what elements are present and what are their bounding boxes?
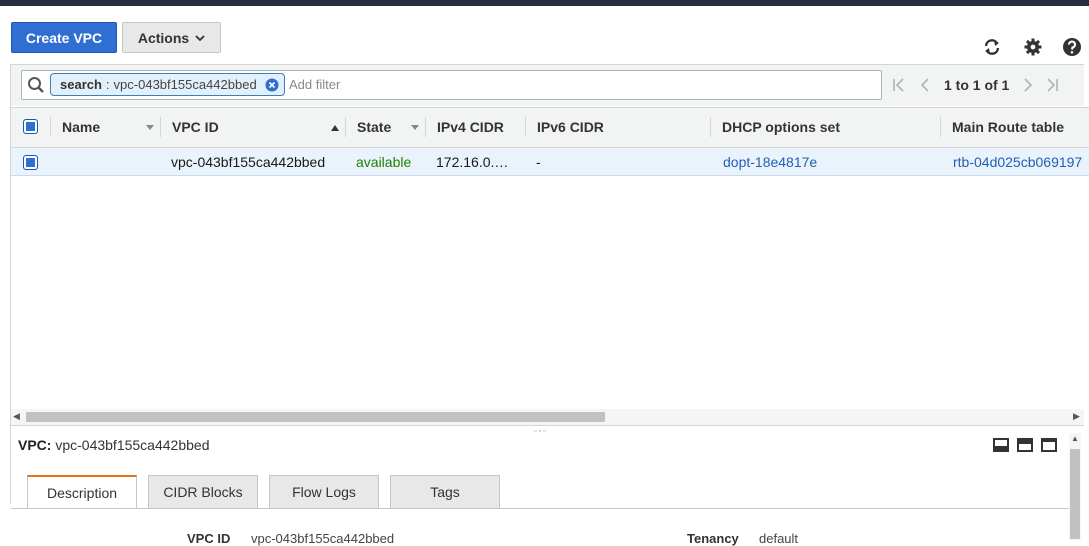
- column-separator: [345, 117, 346, 137]
- pagination-text: 1 to 1 of 1: [944, 77, 1010, 93]
- create-vpc-button[interactable]: Create VPC: [11, 22, 117, 53]
- refresh-icon[interactable]: [982, 37, 1002, 57]
- scroll-right-arrow-icon[interactable]: ▶: [1073, 411, 1080, 422]
- column-header-state[interactable]: State: [357, 119, 391, 135]
- actions-label: Actions: [137, 29, 190, 46]
- column-header-name[interactable]: Name: [62, 119, 100, 135]
- column-header-main-route-table[interactable]: Main Route table: [952, 119, 1064, 135]
- detail-panel-title: VPC: vpc-043bf155ca442bbed: [18, 437, 209, 453]
- filter-token-value: vpc-043bf155ca442bbed: [113, 77, 257, 92]
- detail-title-value: vpc-043bf155ca442bbed: [55, 437, 210, 453]
- column-separator: [50, 117, 51, 137]
- field-label-tenancy: Tenancy: [687, 531, 739, 546]
- remove-filter-icon[interactable]: [265, 78, 279, 92]
- sort-ascending-icon[interactable]: [331, 125, 339, 131]
- top-nav-bar: [0, 0, 1089, 6]
- select-all-checkbox[interactable]: [23, 119, 38, 134]
- filter-token-separator: :: [105, 77, 110, 92]
- column-separator: [710, 117, 711, 137]
- next-page-icon[interactable]: [1021, 78, 1035, 92]
- filter-token-key: search: [60, 77, 102, 92]
- previous-page-icon[interactable]: [918, 78, 932, 92]
- split-divider[interactable]: [11, 425, 1084, 426]
- filter-token[interactable]: search : vpc-043bf155ca442bbed: [50, 73, 285, 96]
- cell-vpc-id: vpc-043bf155ca442bbed: [171, 154, 326, 170]
- first-page-icon[interactable]: [892, 78, 906, 92]
- field-value-tenancy: default: [759, 531, 799, 546]
- add-filter-placeholder[interactable]: Add filter: [289, 77, 340, 92]
- column-separator: [160, 117, 161, 137]
- field-label-vpc-id: VPC ID: [187, 531, 231, 546]
- pagination: 1 to 1 of 1: [892, 76, 1059, 94]
- actions-dropdown-button[interactable]: Actions: [122, 22, 221, 53]
- vertical-scrollbar-thumb[interactable]: [1070, 449, 1080, 539]
- horizontal-scrollbar[interactable]: ◀ ▶: [11, 409, 1084, 425]
- column-separator: [940, 117, 941, 137]
- tab-cidr-blocks[interactable]: CIDR Blocks: [148, 475, 258, 508]
- column-header-ipv4-cidr[interactable]: IPv4 CIDR: [437, 119, 504, 135]
- tab-description[interactable]: Description: [27, 475, 137, 509]
- column-header-dhcp-options-set[interactable]: DHCP options set: [722, 119, 840, 135]
- search-icon: [28, 77, 44, 93]
- scroll-left-arrow-icon[interactable]: ◀: [13, 411, 20, 422]
- cell-state: available: [356, 154, 412, 170]
- gear-icon[interactable]: [1023, 37, 1043, 57]
- sort-icon[interactable]: [146, 125, 154, 131]
- last-page-icon[interactable]: [1045, 78, 1059, 92]
- column-separator: [425, 117, 426, 137]
- cell-dhcp-options-link[interactable]: dopt-18e4817e: [723, 154, 817, 170]
- tab-bar-border: [11, 508, 1069, 509]
- cell-ipv6-cidr: -: [536, 154, 541, 170]
- horizontal-scrollbar-thumb[interactable]: [26, 412, 605, 422]
- row-checkbox[interactable]: [23, 155, 38, 170]
- help-icon[interactable]: [1062, 37, 1082, 57]
- layout-bottom-icon[interactable]: [993, 438, 1009, 452]
- column-separator: [525, 117, 526, 137]
- tab-flow-logs[interactable]: Flow Logs: [269, 475, 379, 508]
- cell-ipv4-cidr: 172.16.0.…: [436, 154, 509, 170]
- chevron-down-icon: [195, 34, 205, 41]
- column-header-vpc-id[interactable]: VPC ID: [172, 119, 219, 135]
- resize-grip-icon[interactable]: ▫▫▫: [534, 428, 547, 435]
- field-value-vpc-id: vpc-043bf155ca442bbed: [251, 531, 395, 546]
- scroll-up-arrow-icon[interactable]: ▲: [1071, 434, 1079, 443]
- cell-route-table-link[interactable]: rtb-04d025cb069197: [953, 154, 1082, 170]
- vertical-scrollbar[interactable]: ▲: [1069, 433, 1081, 540]
- tab-tags[interactable]: Tags: [390, 475, 500, 508]
- layout-split-icon[interactable]: [1017, 438, 1033, 452]
- column-header-ipv6-cidr[interactable]: IPv6 CIDR: [537, 119, 604, 135]
- sort-icon[interactable]: [411, 125, 419, 131]
- detail-title-label: VPC:: [18, 437, 52, 453]
- layout-top-icon[interactable]: [1041, 438, 1057, 452]
